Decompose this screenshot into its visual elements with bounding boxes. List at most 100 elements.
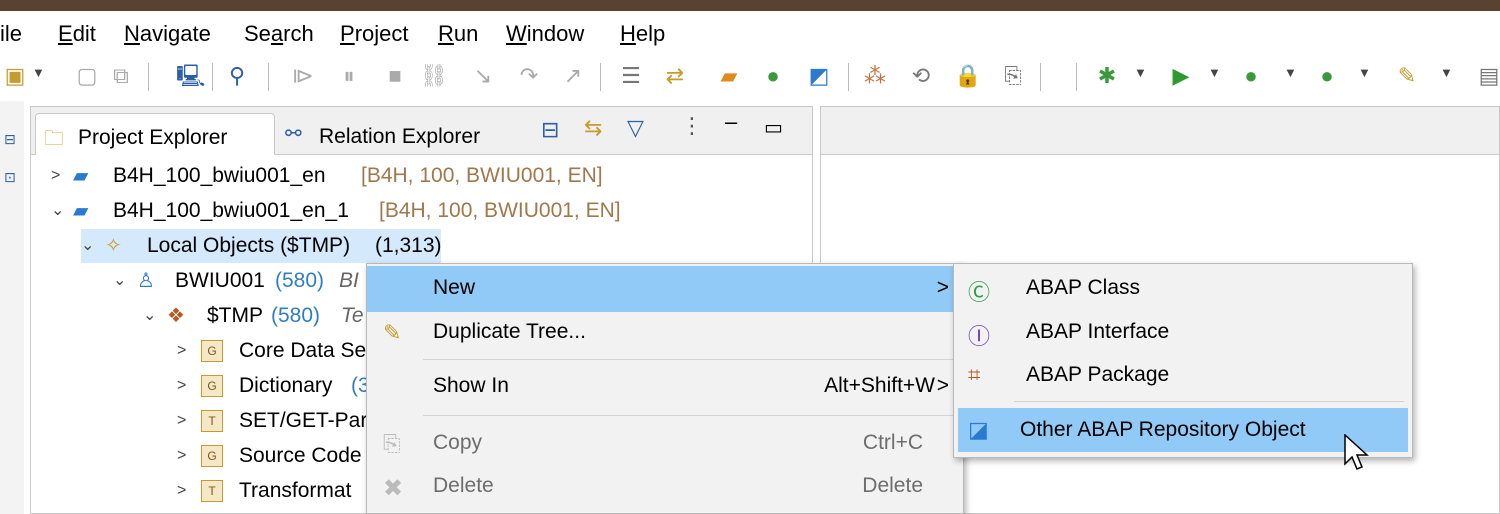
expand-icon[interactable]: > <box>177 474 193 508</box>
expand-icon[interactable]: > <box>177 369 193 403</box>
menu-item-label: ABAP Interface <box>1026 320 1170 343</box>
menu-item-label: Show In <box>433 374 509 397</box>
copy-icon: ⎘ <box>383 431 401 456</box>
menu-edit[interactable]: Edit <box>58 21 96 47</box>
collapse-icon[interactable]: ⌄ <box>51 194 67 228</box>
submenu-arrow-icon: > <box>936 276 949 299</box>
folder-group-icon: G <box>201 445 223 467</box>
submenu-abap-class[interactable]: Ⓒ ABAP Class <box>954 266 1412 310</box>
tree-item-label: $TMP <box>207 304 264 327</box>
menu-run[interactable]: Run <box>438 21 478 47</box>
save-all-icon[interactable]: ⧉ <box>108 63 134 89</box>
console-icon[interactable]: 🖳 <box>176 63 205 89</box>
tree-item-label: BWIU001 <box>175 269 265 292</box>
folder-group-icon: G <box>201 340 223 362</box>
expand-icon[interactable]: > <box>177 439 193 473</box>
expand-icon[interactable]: > <box>177 334 193 368</box>
activate-icon[interactable]: ◩ <box>806 63 832 89</box>
mass-activate-icon[interactable]: ⁂ <box>862 63 888 89</box>
maximize-icon[interactable]: ▭ <box>764 115 783 140</box>
step-into-icon[interactable]: ↘ <box>470 63 496 89</box>
menu-item-label: ABAP Class <box>1026 276 1140 299</box>
pen-dropdown-icon[interactable]: ▼ <box>1440 65 1453 80</box>
resume-icon[interactable]: ⧐ <box>290 63 316 89</box>
main-toolbar: ▣ ▼ ▢ ⧉ 🖳 ⚲ ⧐ ⏸ ■ ⛓ ↘ ↷ ↗ ☰ ⇄ ▰ ● ◩ ⁂ ⟲ … <box>0 53 1500 101</box>
folder-group-icon: G <box>201 375 223 397</box>
external-tools-dropdown-icon[interactable]: ▼ <box>1358 65 1371 80</box>
submenu-arrow-icon: > <box>936 374 949 397</box>
restore-icon[interactable]: ⊟ <box>4 131 16 148</box>
submenu-abap-interface[interactable]: Ⓘ ABAP Interface <box>954 310 1412 354</box>
search-object-icon[interactable]: ⎘ <box>1000 63 1026 89</box>
expand-icon[interactable]: > <box>177 404 193 438</box>
run-icon[interactable]: ▶ <box>1168 63 1194 89</box>
context-menu-copy[interactable]: ⎘ Copy Ctrl+C <box>367 421 963 467</box>
terminate-icon[interactable]: ■ <box>382 63 408 89</box>
debug-icon[interactable]: ✱ <box>1094 63 1120 89</box>
save-icon[interactable]: ▢ <box>74 63 100 89</box>
step-over-icon[interactable]: ↷ <box>516 63 542 89</box>
submenu-other-repository-object[interactable]: ◪ Other ABAP Repository Object <box>958 408 1408 452</box>
abap-project-icon: ▰ <box>73 200 89 222</box>
menu-item-label: ABAP Package <box>1026 363 1170 386</box>
skip-breakpoints-icon[interactable]: ☰ <box>618 63 644 89</box>
menu-file[interactable]: ile <box>0 21 22 47</box>
new-dropdown-icon[interactable]: ▼ <box>32 65 45 80</box>
submenu-abap-package[interactable]: ⌗ ABAP Package <box>954 353 1412 397</box>
coverage-icon[interactable]: ● <box>1238 63 1264 89</box>
new-submenu: Ⓒ ABAP Class Ⓘ ABAP Interface ⌗ ABAP Pac… <box>953 263 1413 458</box>
context-menu-new[interactable]: New > <box>367 266 963 312</box>
context-menu-duplicate-tree[interactable]: ✎ Duplicate Tree... <box>367 310 963 356</box>
project-explorer-icon: 🗀 <box>44 128 64 150</box>
outline-icon[interactable]: ⊡ <box>4 169 16 186</box>
step-return-icon[interactable]: ↗ <box>560 63 586 89</box>
tree-item-local-objects[interactable]: ⌄ ✧ Local Objects ($TMP) (1,313) <box>81 229 442 263</box>
folder-type-icon: T <box>201 410 223 432</box>
debug-dropdown-icon[interactable]: ▼ <box>1134 65 1147 80</box>
expand-icon[interactable]: > <box>51 159 67 193</box>
menu-item-label: Copy <box>433 431 483 454</box>
menu-item-label: Duplicate Tree... <box>433 320 586 343</box>
menu-item-shortcut: Ctrl+C <box>862 431 923 454</box>
suspend-icon[interactable]: ⏸ <box>336 63 362 89</box>
toggle-icon[interactable]: ⇄ <box>662 63 688 89</box>
menu-help[interactable]: Help <box>620 21 665 47</box>
run-abap-icon[interactable]: ● <box>760 63 786 89</box>
abap-project-icon[interactable]: ▰ <box>716 63 742 89</box>
context-menu-delete[interactable]: ✖ Delete Delete <box>367 464 963 510</box>
tab-relation-explorer[interactable]: ⚯ Relation Explorer <box>279 113 501 155</box>
external-tools-icon[interactable]: ● <box>1314 63 1340 89</box>
link-icon[interactable]: ⚲ <box>224 63 250 89</box>
menu-window[interactable]: Window <box>506 21 584 47</box>
local-objects-icon: ✧ <box>105 235 122 257</box>
pen-icon[interactable]: ✎ <box>1394 63 1420 89</box>
tree-item-description: Te <box>341 304 364 327</box>
compare-icon[interactable]: ⟲ <box>908 63 934 89</box>
new-wizard-icon[interactable]: ▣ <box>2 63 28 89</box>
open-icon[interactable]: ▤ <box>1476 63 1500 89</box>
view-menu-icon[interactable]: ⋮ <box>681 113 703 139</box>
filter-icon[interactable]: ▽ <box>627 115 644 141</box>
tab-project-explorer[interactable]: 🗀 Project Explorer <box>35 113 275 155</box>
tab-label: Relation Explorer <box>319 125 481 148</box>
run-dropdown-icon[interactable]: ▼ <box>1208 65 1221 80</box>
collapse-all-icon[interactable]: ⊟ <box>541 117 559 143</box>
collapse-icon[interactable]: ⌄ <box>143 299 159 333</box>
disconnect-icon[interactable]: ⛓ <box>420 63 448 89</box>
coverage-dropdown-icon[interactable]: ▼ <box>1284 65 1297 80</box>
lock-icon[interactable]: 🔒 <box>954 63 981 89</box>
collapse-icon[interactable]: ⌄ <box>81 229 97 263</box>
link-with-editor-icon[interactable]: ⇆ <box>584 115 602 141</box>
tab-label: Project Explorer <box>78 126 228 149</box>
context-menu-show-in[interactable]: Show In Alt+Shift+W > <box>367 364 963 410</box>
menu-item-shortcut: Alt+Shift+W <box>824 374 935 397</box>
menu-navigate[interactable]: Navigate <box>124 21 211 47</box>
tree-item-decoration: [B4H, 100, BWIU001, EN] <box>361 164 603 187</box>
tree-item-label: B4H_100_bwiu001_en_1 <box>113 199 349 222</box>
relation-explorer-icon: ⚯ <box>285 123 302 145</box>
collapse-icon[interactable]: ⌄ <box>113 264 129 298</box>
menu-separator <box>1014 401 1404 402</box>
minimize-icon[interactable]: – <box>725 109 737 135</box>
menu-search[interactable]: Search <box>244 21 314 47</box>
menu-project[interactable]: Project <box>340 21 408 47</box>
